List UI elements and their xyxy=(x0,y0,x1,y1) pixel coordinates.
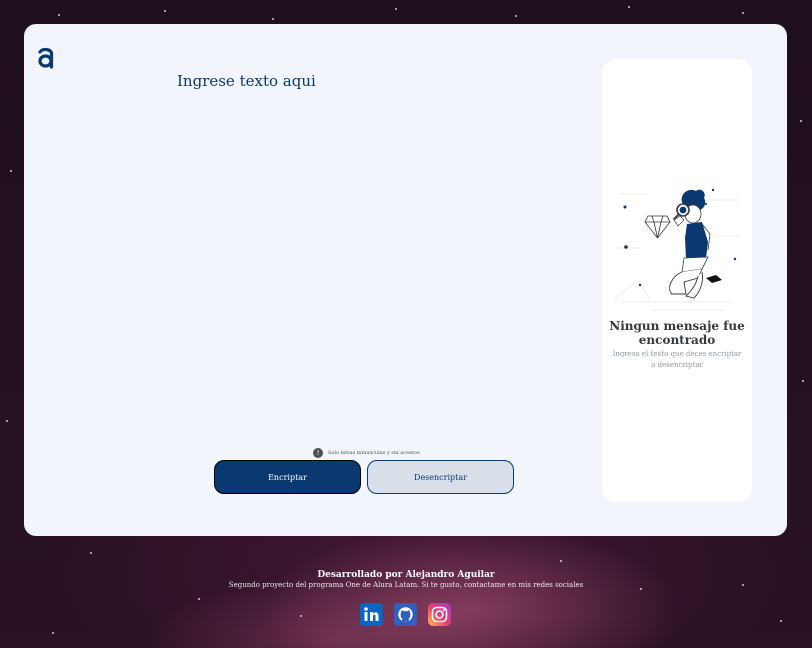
main-card: ! Solo letras minusculas y sin acentos E… xyxy=(24,24,787,536)
message-input[interactable] xyxy=(174,72,580,432)
empty-state-description: Ingresa el texto que deces encriptar o d… xyxy=(612,350,742,369)
person-with-magnifier-illustration xyxy=(613,188,740,311)
footer-subtitle: Segundo proyecto del programa One de Alu… xyxy=(228,581,584,589)
social-links xyxy=(360,603,451,626)
linkedin-icon[interactable] xyxy=(360,603,383,626)
hint-text: Solo letras minusculas y sin acentos xyxy=(328,450,420,456)
encrypt-button[interactable]: Encriptar xyxy=(214,460,361,494)
github-icon[interactable] xyxy=(394,603,417,626)
alura-logo-icon xyxy=(38,47,54,69)
empty-state-title: Ningun mensaje fue encontrado xyxy=(609,319,745,347)
footer-title: Desarrollado por Alejandro Aguilar xyxy=(317,570,495,580)
decrypt-button[interactable]: Desencriptar xyxy=(367,460,514,494)
input-hint: ! Solo letras minusculas y sin acentos xyxy=(313,448,420,458)
result-panel: Ningun mensaje fue encontrado Ingresa el… xyxy=(602,59,752,502)
instagram-icon[interactable] xyxy=(428,603,451,626)
info-icon: ! xyxy=(313,448,323,458)
